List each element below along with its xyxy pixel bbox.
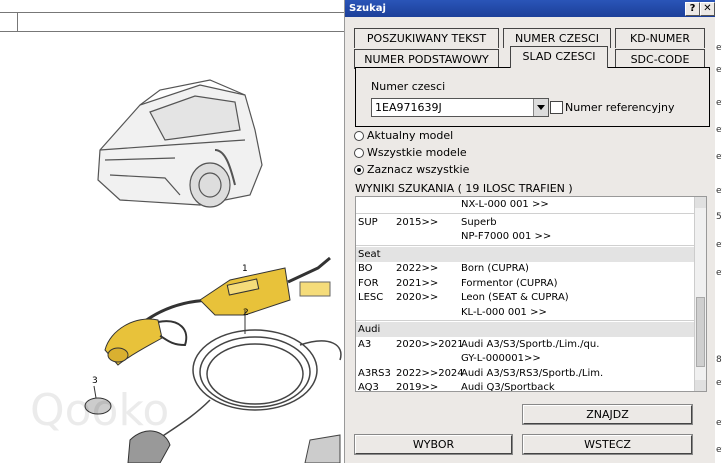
help-button[interactable]: ? [685,2,700,16]
model-desc: Superb [461,216,497,228]
results-header: WYNIKI SZUKANIA ( 19 ILOSC TRAFIEN ) [355,182,573,195]
edge-label: ev [716,65,722,75]
model-desc: Audi A3/S3/Sportb./Lim./qu. [461,338,600,350]
part-number-label: Numer czesci [371,80,446,93]
edge-label: ev [716,445,722,455]
radio-label: Wszystkie modele [367,146,467,159]
scroll-thumb[interactable] [696,297,705,367]
model-desc: Formentor (CUPRA) [461,277,558,289]
model-code: FOR [358,277,379,289]
model-code: Seat [358,248,381,260]
model-desc: NP-F7000 001 >> [461,231,552,242]
results-separator [356,320,694,321]
radio-label: Zaznacz wszystkie [367,163,470,176]
edge-label: 8 [716,355,722,365]
part-number-combo[interactable]: 1EA971639J [371,98,549,117]
tab-poszukiwany-tekst[interactable]: POSZUKIWANY TEKST [354,28,499,48]
edge-label: 5 [716,212,722,222]
table-row[interactable]: NP-F7000 001 >> [356,229,694,244]
model-code: A3RS3 [358,367,391,379]
search-panel: Numer czesci 1EA971639J Numer referencyj… [355,67,710,127]
radio-wszystkie-modele[interactable] [354,148,364,158]
results-group-header[interactable]: Audi [356,322,694,337]
edge-label: ev [716,186,722,196]
edge-label: ev [716,240,722,250]
back-button[interactable]: WSTECZ [522,434,693,455]
model-code: SUP [358,216,378,228]
scroll-up-icon[interactable] [695,197,706,208]
dialog-title: Szukaj [349,3,386,14]
model-desc: KL-L-000 001 >> [461,306,547,318]
model-code: LESC [358,292,384,303]
table-row[interactable]: AQ3 2019>> Audi Q3/Sportback [356,380,694,392]
model-desc: Leon (SEAT & CUPRA) [461,292,569,303]
title-bar: Szukaj ? ✕ [345,0,715,17]
table-row[interactable]: BO 2022>> Born (CUPRA) [356,261,694,276]
results-scrollbar[interactable] [694,197,706,391]
radio-zaznacz-wszystkie[interactable] [354,165,364,175]
find-button[interactable]: ZNAJDZ [522,404,693,425]
model-code: AQ3 [358,382,379,392]
radio-aktualny-model[interactable] [354,131,364,141]
top-toolbar [0,12,345,32]
scroll-down-icon[interactable] [695,380,706,391]
edge-label: ev [716,98,722,108]
model-code: BO [358,263,373,274]
model-years: 2022>>2024 [396,367,464,379]
tab-numer-podstawowy[interactable]: NUMER PODSTAWOWY [354,49,499,69]
table-row[interactable]: A3 2020>>2021 Audi A3/S3/Sportb./Lim./qu. [356,337,694,352]
table-row[interactable]: SUP 2015>> Superb [356,215,694,230]
model-years: 2019>> [396,382,439,392]
tab-slad-czesci[interactable]: SLAD CZESCI [510,46,608,68]
search-dialog: Szukaj ? ✕ POSZUKIWANY TEKST NUMER CZESC… [344,0,715,463]
callout-2: 2 [243,308,249,318]
edge-label: ev [716,418,722,428]
model-desc: GY-L-000001>> [461,353,541,364]
select-button[interactable]: WYBOR [354,434,513,455]
edge-label: ev [716,378,722,388]
model-desc: Born (CUPRA) [461,263,529,274]
chevron-down-icon[interactable] [533,99,548,116]
reference-checkbox[interactable] [550,101,563,114]
table-row[interactable]: A3RS3 2022>>2024 Audi A3/S3/RS3/Sportb./Li… [356,366,694,381]
model-years: 2020>> [396,292,439,303]
model-desc: NX-L-000 001 >> [461,199,549,210]
right-edge-panel: ev ev ev ev ev ev 5 ev ev 8 ev ev ev [714,0,722,463]
tab-kd-numer[interactable]: KD-NUMER [615,28,705,48]
tab-numer-czesci[interactable]: NUMER CZESCI [503,28,611,48]
radio-label: Aktualny model [367,129,454,142]
edge-label: ev [716,152,722,162]
model-years: 2022>> [396,263,439,274]
model-code: Audi [358,324,381,335]
table-row[interactable]: FOR 2021>> Formentor (CUPRA) [356,276,694,291]
car-illustration [97,79,263,208]
model-years: 2015>> [396,216,439,228]
results-list[interactable]: NX-L-000 001 >> SUP 2015>> Superb NP-F7000 0… [355,196,707,392]
edge-label: ev [716,268,722,278]
edge-label: ev [716,43,722,53]
edge-label: ev [716,125,722,135]
table-row[interactable]: NX-L-000 001 >> [356,197,694,212]
part-number-value: 1EA971639J [375,101,442,114]
results-separator [356,212,694,214]
results-group-header[interactable]: Seat [356,246,694,262]
model-desc: Audi A3/S3/RS3/Sportb./Lim. [461,367,604,379]
toolbar-field[interactable] [18,13,345,31]
table-row[interactable]: LESC 2020>> Leon (SEAT & CUPRA) [356,290,694,305]
model-desc: Audi Q3/Sportback [461,382,555,392]
table-row[interactable]: GY-L-000001>> [356,351,694,366]
reference-checkbox-label: Numer referencyjny [565,101,675,114]
model-years: 2021>> [396,277,439,289]
callout-1: 1 [242,264,248,274]
results-separator [356,244,694,246]
toolbar-cell[interactable] [0,13,18,31]
watermark: Qooko [30,385,169,436]
model-years: 2020>>2021 [396,338,464,350]
tab-sdc-code[interactable]: SDC-CODE [615,49,705,69]
close-button[interactable]: ✕ [700,2,715,16]
table-row[interactable]: KL-L-000 001 >> [356,305,694,320]
model-code: A3 [358,338,372,350]
